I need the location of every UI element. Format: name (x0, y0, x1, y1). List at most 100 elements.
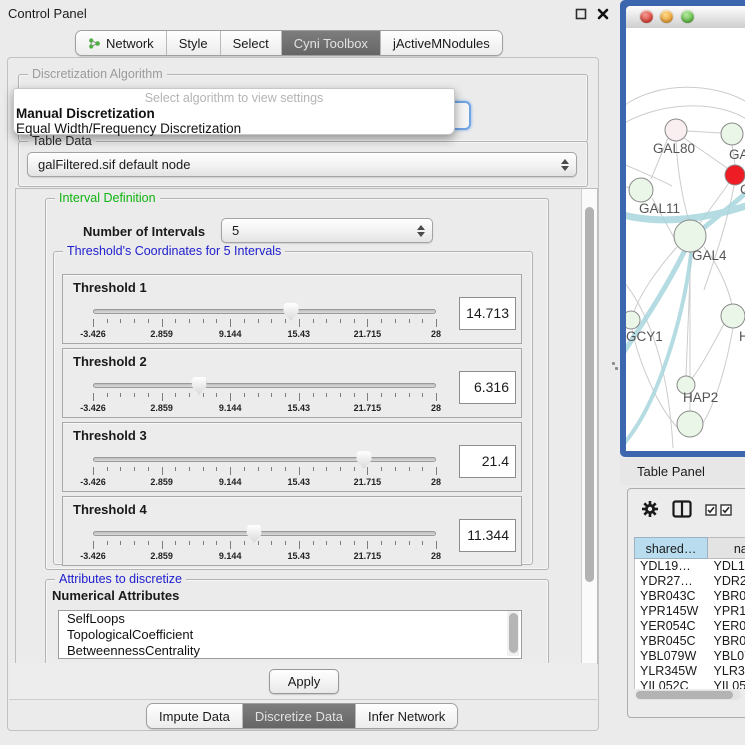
tab-network[interactable]: Network (76, 31, 167, 55)
tab-cyni-toolbox[interactable]: Cyni Toolbox (282, 31, 381, 55)
tab-impute-data[interactable]: Impute Data (147, 704, 243, 728)
table-row[interactable]: YDL19…YDL19… (635, 559, 745, 574)
checkbox-icon-1[interactable] (705, 504, 717, 516)
table-row[interactable]: YER054CYER054C (635, 619, 745, 634)
table-data-group: Table Data galFiltered.sif default node (18, 141, 588, 187)
threshold-panel: Threshold 1-3.4262.8599.14415.4321.71528… (62, 274, 522, 344)
threshold-slider[interactable]: -3.4262.8599.14415.4321.71528 (93, 527, 436, 563)
table-data-combobox[interactable]: galFiltered.sif default node (27, 152, 577, 177)
slider-tick-labels: -3.4262.8599.14415.4321.71528 (93, 329, 436, 339)
tab-network-label: Network (106, 36, 154, 51)
column-header-name[interactable]: name (708, 537, 745, 559)
table-row[interactable]: YDR27…YDR27… (635, 574, 745, 589)
thresholds-panels: Threshold 1-3.4262.8599.14415.4321.71528… (54, 252, 532, 564)
slider-track[interactable] (93, 457, 436, 462)
table-horizontal-scrollbar-thumb[interactable] (636, 691, 733, 699)
threshold-slider[interactable]: -3.4262.8599.14415.4321.71528 (93, 305, 436, 341)
thresholds-group: Threshold's Coordinates for 5 Intervals … (53, 251, 533, 565)
table-cell: YBL079W (709, 649, 745, 664)
tab-style[interactable]: Style (167, 31, 221, 55)
zoom-traffic-light[interactable] (681, 10, 694, 23)
table-row[interactable]: YBR043CYBR043C (635, 589, 745, 604)
close-traffic-light[interactable] (640, 10, 653, 23)
algorithm-option-equal-width-frequency[interactable]: Equal Width/Frequency Discretization (14, 121, 454, 136)
node-table: shared… name YDL19…YDL19…YDR27…YDR27…YBR… (634, 537, 745, 689)
table-row[interactable]: YLR345WYLR345W (635, 664, 745, 679)
network-node-label: GCY1 (626, 329, 663, 344)
threshold-value-field[interactable]: 11.344 (459, 519, 516, 552)
table-cell: YBR045C (709, 634, 745, 649)
attributes-list-scrollbar[interactable] (507, 611, 519, 656)
threshold-label: Threshold 3 (73, 428, 147, 443)
network-node[interactable] (629, 178, 653, 202)
number-of-intervals-combobox[interactable]: 5 (221, 218, 433, 243)
attribute-list-item[interactable]: TopologicalCoefficient (59, 627, 521, 643)
network-node[interactable] (626, 311, 640, 329)
attribute-list-item[interactable]: SelfLoops (59, 611, 521, 627)
apply-button[interactable]: Apply (269, 669, 339, 694)
panel-resize-handle[interactable] (612, 362, 618, 370)
attribute-list-item[interactable]: BetweennessCentrality (59, 643, 521, 659)
table-row[interactable]: YBL079WYBL079W (635, 649, 745, 664)
gear-icon[interactable] (641, 500, 659, 518)
table-row[interactable]: YBR045CYBR045C (635, 634, 745, 649)
apply-button-label: Apply (288, 674, 321, 689)
slider-track[interactable] (93, 309, 436, 314)
network-node[interactable] (677, 411, 703, 437)
network-window-titlebar[interactable] (626, 6, 745, 29)
table-row[interactable]: YPR145WYPR145W (635, 604, 745, 619)
table-panel-window: shared… name YDL19…YDL19…YDR27…YDR27…YBR… (627, 488, 745, 718)
threshold-slider[interactable]: -3.4262.8599.14415.4321.71528 (93, 379, 436, 415)
slider-ticks (93, 393, 436, 402)
numerical-attributes-list[interactable]: SelfLoopsTopologicalCoefficientBetweenne… (58, 610, 522, 659)
threshold-value-field[interactable]: 21.4 (459, 445, 516, 478)
table-cell: YBR043C (709, 589, 745, 604)
minimize-traffic-light[interactable] (660, 10, 673, 23)
application-root: Control Panel Network Style Selec (0, 0, 745, 745)
table-header-row: shared… name (634, 537, 745, 559)
column-header-shared-name[interactable]: shared… (634, 537, 708, 559)
tab-infer-network[interactable]: Infer Network (356, 704, 457, 728)
attributes-list-scrollbar-thumb[interactable] (509, 613, 518, 653)
network-node[interactable] (721, 304, 745, 328)
slider-tick-labels: -3.4262.8599.14415.4321.71528 (93, 551, 436, 561)
table-cell: YBL079W (635, 649, 709, 664)
network-node[interactable] (721, 123, 743, 145)
settings-scrollbar-thumb[interactable] (585, 207, 594, 582)
threshold-slider[interactable]: -3.4262.8599.14415.4321.71528 (93, 453, 436, 489)
table-cell: YER054C (635, 619, 709, 634)
settings-scrollpane: Interval Definition Number of Intervals … (15, 188, 598, 664)
combo-stepper-icon (417, 225, 425, 237)
table-cell: YDL19… (709, 559, 745, 574)
table-cell: YLR345W (635, 664, 709, 679)
network-node-label: GAL11 (639, 201, 680, 216)
table-cell: YER054C (709, 619, 745, 634)
network-node-label: GA (729, 147, 745, 162)
network-canvas[interactable]: GAL80GACGAL11GAL4GCY1HHAP2 (626, 28, 745, 451)
tab-discretize-data[interactable]: Discretize Data (243, 704, 356, 728)
table-cell: YIL052C (635, 679, 709, 689)
tab-jactivemnodules[interactable]: jActiveMNodules (381, 31, 502, 55)
numerical-attributes-label: Numerical Attributes (52, 588, 179, 603)
table-cell: YLR345W (709, 664, 745, 679)
tab-select[interactable]: Select (221, 31, 282, 55)
table-horizontal-scrollbar[interactable] (635, 690, 741, 700)
table-data-combobox-value: galFiltered.sif default node (38, 157, 190, 172)
slider-track[interactable] (93, 531, 436, 536)
checkbox-icon-2[interactable] (720, 504, 732, 516)
table-cell: YPR145W (635, 604, 709, 619)
algorithm-popup: Select algorithm to view settings Manual… (13, 88, 455, 135)
close-icon[interactable] (597, 8, 609, 20)
control-panel-window: Control Panel Network Style Selec (0, 0, 618, 745)
threshold-value-field[interactable]: 14.713 (459, 297, 516, 330)
algorithm-option-manual-discretization[interactable]: Manual Discretization (14, 106, 454, 121)
threshold-value-field[interactable]: 6.316 (459, 371, 516, 404)
float-window-icon[interactable] (575, 8, 587, 20)
settings-scrollbar[interactable] (581, 189, 597, 663)
network-node[interactable] (665, 119, 687, 141)
number-of-intervals-label: Number of Intervals (83, 224, 205, 239)
slider-track[interactable] (93, 383, 436, 388)
table-row[interactable]: YIL052CYIL052C (635, 679, 745, 689)
columns-icon[interactable] (672, 500, 692, 518)
table-cell: YBR045C (635, 634, 709, 649)
